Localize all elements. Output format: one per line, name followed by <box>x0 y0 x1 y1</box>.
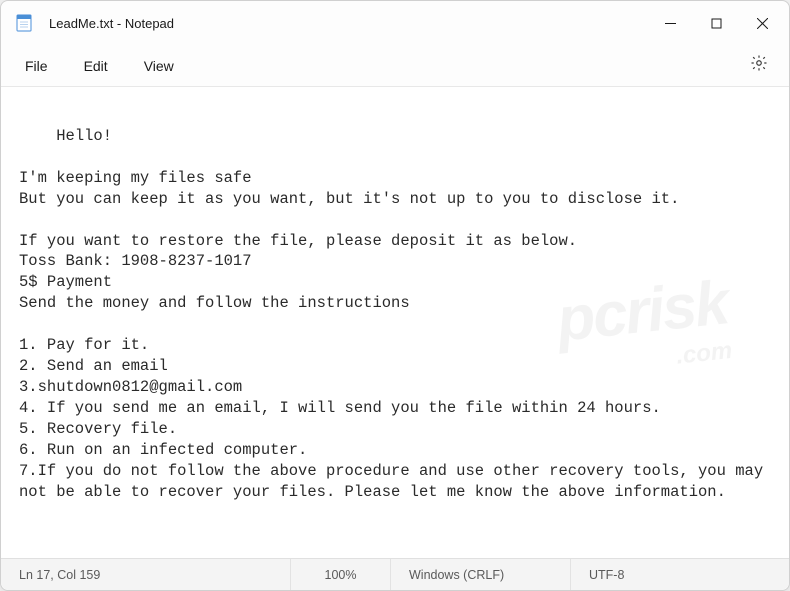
menu-file[interactable]: File <box>7 50 66 82</box>
statusbar: Ln 17, Col 159 100% Windows (CRLF) UTF-8 <box>1 558 789 590</box>
close-button[interactable] <box>739 1 785 45</box>
gear-icon <box>750 54 768 77</box>
window-title: LeadMe.txt - Notepad <box>49 16 647 31</box>
status-line-ending: Windows (CRLF) <box>391 559 571 590</box>
watermark: pcrisk.com <box>553 261 734 384</box>
status-cursor-position: Ln 17, Col 159 <box>1 559 291 590</box>
menubar: File Edit View <box>1 45 789 87</box>
menu-edit[interactable]: Edit <box>66 50 126 82</box>
text-editor[interactable]: Hello! I'm keeping my files safe But you… <box>1 87 789 558</box>
status-zoom[interactable]: 100% <box>291 559 391 590</box>
settings-button[interactable] <box>739 46 779 86</box>
menu-view[interactable]: View <box>126 50 192 82</box>
titlebar: LeadMe.txt - Notepad <box>1 1 789 45</box>
document-content: Hello! I'm keeping my files safe But you… <box>19 127 772 501</box>
status-encoding: UTF-8 <box>571 559 789 590</box>
notepad-icon <box>15 14 33 32</box>
window-controls <box>647 1 785 45</box>
notepad-window: LeadMe.txt - Notepad File Edit View <box>0 0 790 591</box>
minimize-button[interactable] <box>647 1 693 45</box>
maximize-button[interactable] <box>693 1 739 45</box>
